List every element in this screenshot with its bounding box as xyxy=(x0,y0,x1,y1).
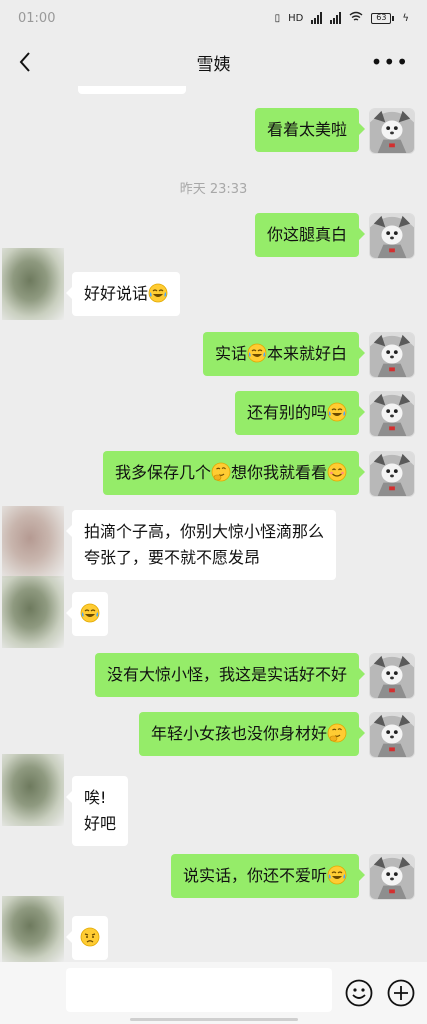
message-bubble[interactable]: 说实话，你还不爱听 xyxy=(170,854,366,898)
laugh-cry-emoji-icon xyxy=(327,402,347,422)
message-bubble[interactable]: 拍滴个子高，你别大惊小怪滴那么 夸张了，要不就不愿发昂 xyxy=(65,510,337,580)
message-text: 想你我就看看 xyxy=(230,463,327,482)
thinking-emoji-icon xyxy=(211,462,231,482)
smiley-icon[interactable] xyxy=(344,978,374,1008)
message-text: 好好说话 xyxy=(84,284,149,303)
home-indicator xyxy=(130,1018,298,1021)
message-bubble[interactable]: 没有大惊小怪，我这是实话好不好 xyxy=(94,653,366,697)
message-bubble[interactable]: 唉! 好吧 xyxy=(65,776,129,846)
wifi-icon xyxy=(349,11,363,25)
message-text: 唉! 好吧 xyxy=(84,788,117,833)
battery-level: 63 xyxy=(371,12,392,24)
message-row: 好好说话 xyxy=(2,248,181,320)
smile-emoji-icon xyxy=(327,462,347,482)
laugh-cry-emoji-icon xyxy=(247,343,267,363)
signal-icon xyxy=(311,12,323,24)
avatar[interactable] xyxy=(2,754,64,826)
message-row: 还有别的吗 xyxy=(234,391,415,437)
more-dots-icon[interactable]: ••• xyxy=(371,52,409,72)
message-text: 本来就好白 xyxy=(266,344,347,363)
status-icons: ▯ HD 63 ϟ xyxy=(275,11,409,25)
message-text: 实话 xyxy=(214,344,247,363)
avatar[interactable] xyxy=(369,854,415,900)
vibrate-icon: ▯ xyxy=(274,12,281,24)
laugh-cry-emoji-icon xyxy=(327,865,347,885)
status-bar: 01:00 ▯ HD 63 ϟ xyxy=(0,0,427,36)
plus-circle-icon[interactable] xyxy=(386,978,416,1008)
message-text: 还有别的吗 xyxy=(246,403,327,422)
worried-emoji-icon xyxy=(80,927,100,947)
message-row xyxy=(2,896,108,962)
message-bubble[interactable]: 实话 本来就好白 xyxy=(202,332,366,376)
message-bubble[interactable]: 好好说话 xyxy=(65,272,181,316)
avatar[interactable] xyxy=(2,248,64,320)
message-bubble[interactable]: 你这腿真白 xyxy=(254,213,366,257)
avatar[interactable] xyxy=(369,451,415,497)
hd-icon: HD xyxy=(288,12,304,24)
message-bubble[interactable]: 看着太美啦 xyxy=(254,108,366,152)
avatar[interactable] xyxy=(369,213,415,259)
avatar[interactable] xyxy=(369,653,415,699)
status-time: 01:00 xyxy=(18,10,56,26)
battery-icon: 63 xyxy=(371,12,395,24)
message-bubble[interactable]: 还有别的吗 xyxy=(234,391,366,435)
avatar[interactable] xyxy=(369,332,415,378)
input-bar xyxy=(0,962,427,1024)
chat-history[interactable]: 看着太美啦 昨天 23:33 你这腿真白 好好说话 实话 本来就好白 还有别的吗 … xyxy=(0,86,427,962)
message-text: 年轻小女孩也没你身材好 xyxy=(150,724,327,743)
message-bubble[interactable]: 年轻小女孩也没你身材好 xyxy=(138,712,366,756)
signal-2-icon xyxy=(330,12,342,24)
laugh-cry-emoji-icon xyxy=(80,603,100,623)
message-text: 说实话，你还不爱听 xyxy=(182,866,327,885)
message-bubble[interactable] xyxy=(66,916,108,960)
avatar[interactable] xyxy=(2,576,64,648)
message-bubble[interactable]: 我多保存几个 想你我就看看 xyxy=(102,451,366,495)
chat-title: 雪姨 xyxy=(196,54,231,75)
message-row xyxy=(2,576,108,648)
avatar[interactable] xyxy=(369,108,415,154)
message-text: 没有大惊小怪，我这是实话好不好 xyxy=(106,665,347,684)
previous-message-fragment xyxy=(78,86,186,94)
chevron-left-icon[interactable] xyxy=(12,48,40,76)
message-timestamp: 昨天 23:33 xyxy=(179,182,248,197)
message-text: 你这腿真白 xyxy=(266,225,347,244)
laugh-cry-emoji-icon xyxy=(148,283,168,303)
message-row: 唉! 好吧 xyxy=(2,754,129,846)
avatar[interactable] xyxy=(369,391,415,437)
message-row: 没有大惊小怪，我这是实话好不好 xyxy=(94,653,415,699)
message-row: 你这腿真白 xyxy=(254,213,415,259)
thinking-emoji-icon xyxy=(327,723,347,743)
message-row: 拍滴个子高，你别大惊小怪滴那么 夸张了，要不就不愿发昂 xyxy=(2,506,337,580)
nav-bar: 雪姨 ••• xyxy=(0,38,427,86)
message-text: 看着太美啦 xyxy=(266,120,347,139)
message-text: 我多保存几个 xyxy=(114,463,211,482)
message-text: 拍滴个子高，你别大惊小怪滴那么 夸张了，要不就不愿发昂 xyxy=(84,522,325,567)
avatar[interactable] xyxy=(2,506,64,578)
message-row: 我多保存几个 想你我就看看 xyxy=(102,451,415,497)
charging-icon: ϟ xyxy=(402,12,409,24)
avatar[interactable] xyxy=(2,896,64,962)
message-bubble[interactable] xyxy=(66,592,108,636)
message-row: 实话 本来就好白 xyxy=(202,332,415,378)
message-input[interactable] xyxy=(66,968,332,1012)
avatar[interactable] xyxy=(369,712,415,758)
message-row: 年轻小女孩也没你身材好 xyxy=(138,712,415,758)
message-row: 看着太美啦 xyxy=(254,108,415,154)
message-row: 说实话，你还不爱听 xyxy=(170,854,415,900)
